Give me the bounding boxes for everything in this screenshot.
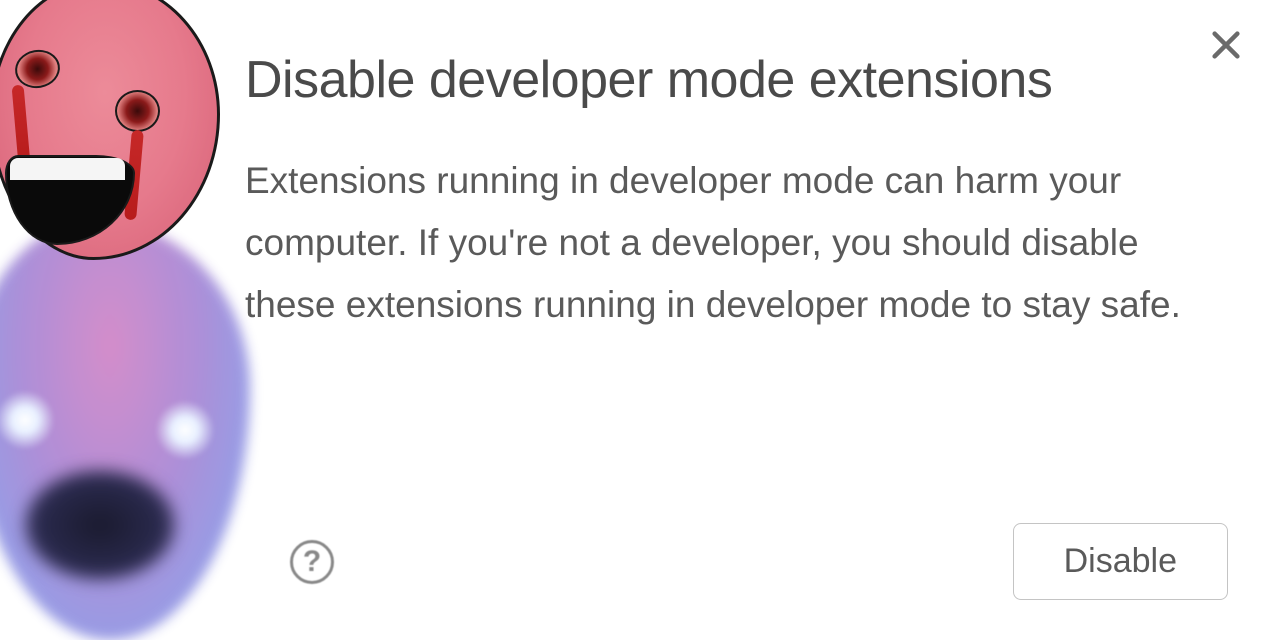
developer-mode-dialog: Disable developer mode extensions Extens… bbox=[245, 50, 1220, 336]
disable-button[interactable]: Disable bbox=[1013, 523, 1228, 600]
help-button[interactable]: ? bbox=[290, 540, 334, 584]
close-icon bbox=[1209, 28, 1243, 67]
meme-reaction-image bbox=[0, 0, 240, 640]
dialog-body-text: Extensions running in developer mode can… bbox=[245, 150, 1195, 336]
help-icon: ? bbox=[303, 545, 321, 579]
close-button[interactable] bbox=[1204, 25, 1248, 69]
dialog-title: Disable developer mode extensions bbox=[245, 50, 1220, 110]
dialog-footer: ? Disable bbox=[290, 523, 1228, 600]
